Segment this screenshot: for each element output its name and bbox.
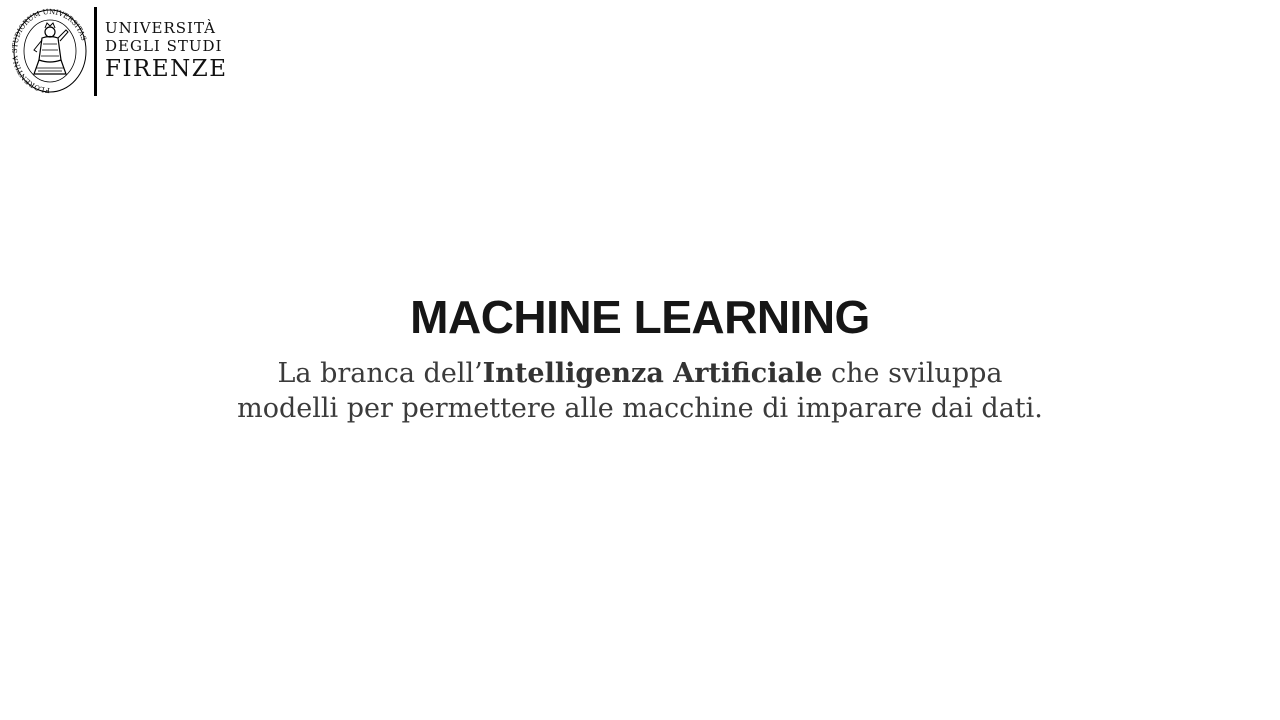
subtitle-intro: La branca dell’: [277, 358, 483, 389]
university-logo: FLORENTINA STUDIORUM UNIVERSITAS UNIVERS…: [12, 6, 228, 96]
slide-subtitle: La branca dell’Intelligenza Artificiale …: [230, 356, 1050, 426]
logo-line-degli-studi: DEGLI STUDI: [105, 37, 223, 55]
slide-title: MACHINE LEARNING: [410, 291, 870, 343]
logo-line-universita: UNIVERSITÀ: [105, 19, 216, 37]
slide: FLORENTINA STUDIORUM UNIVERSITAS UNIVERS…: [0, 0, 1280, 720]
logo-line-firenze: FIRENZE: [105, 56, 228, 82]
slide-content: MACHINE LEARNING La branca dell’Intellig…: [0, 290, 1280, 426]
logo-wordmark: UNIVERSITÀ DEGLI STUDI FIRENZE: [105, 21, 228, 81]
subtitle-highlight: Intelligenza Artificiale: [482, 358, 823, 389]
logo-divider: [94, 6, 97, 96]
university-seal-icon: FLORENTINA STUDIORUM UNIVERSITAS: [12, 8, 88, 94]
